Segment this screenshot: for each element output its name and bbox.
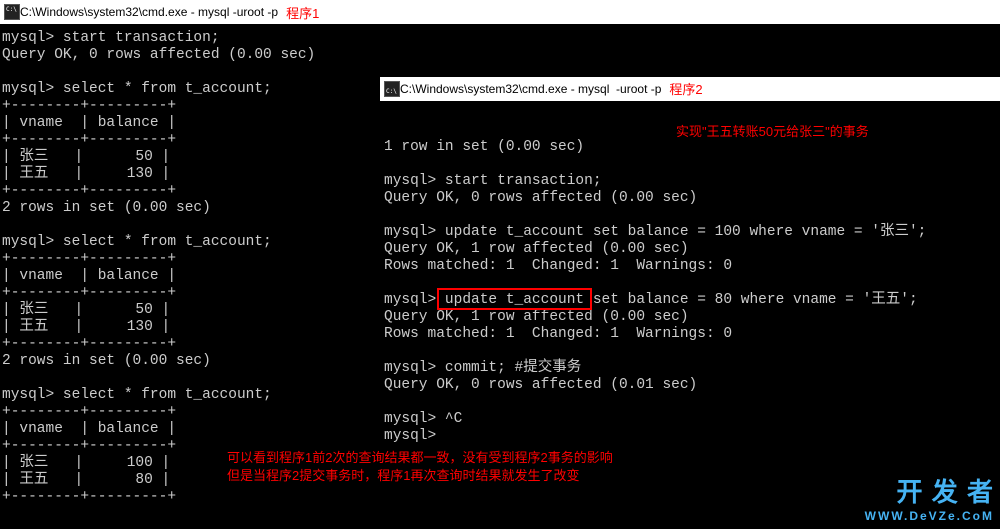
watermark: 开 发 者 WWW.DeVZe.CoM xyxy=(865,472,994,523)
window2-titlebar[interactable]: C:\Windows\system32\cmd.exe - mysql -uro… xyxy=(380,77,1000,101)
watermark-zh: 开 发 者 xyxy=(865,472,994,509)
window2-title: C:\Windows\system32\cmd.exe - mysql -uro… xyxy=(400,81,661,98)
window1-titlebar[interactable]: C:\Windows\system32\cmd.exe - mysql -uro… xyxy=(0,0,1000,24)
window1-label: 程序1 xyxy=(286,3,319,22)
cmd-icon xyxy=(384,81,400,97)
annotation-bottom: 可以看到程序1前2次的查询结果都一致，没有受到程序2事务的影响 但是当程序2提交… xyxy=(227,449,613,485)
cmd-icon xyxy=(4,4,20,20)
watermark-en: WWW.DeVZe.CoM xyxy=(865,509,994,523)
annotation-bottom-line1: 可以看到程序1前2次的查询结果都一致，没有受到程序2事务的影响 xyxy=(227,449,613,467)
annotation-top: 实现"王五转账50元给张三"的事务 xyxy=(676,123,869,141)
annotation-bottom-line2: 但是当程序2提交事务时，程序1再次查询时结果就发生了改变 xyxy=(227,467,613,485)
terminal-left-content: mysql> start transaction; Query OK, 0 ro… xyxy=(2,30,315,505)
highlight-commit xyxy=(437,288,592,310)
window1-title: C:\Windows\system32\cmd.exe - mysql -uro… xyxy=(20,5,278,19)
window2-label: 程序2 xyxy=(669,81,702,98)
